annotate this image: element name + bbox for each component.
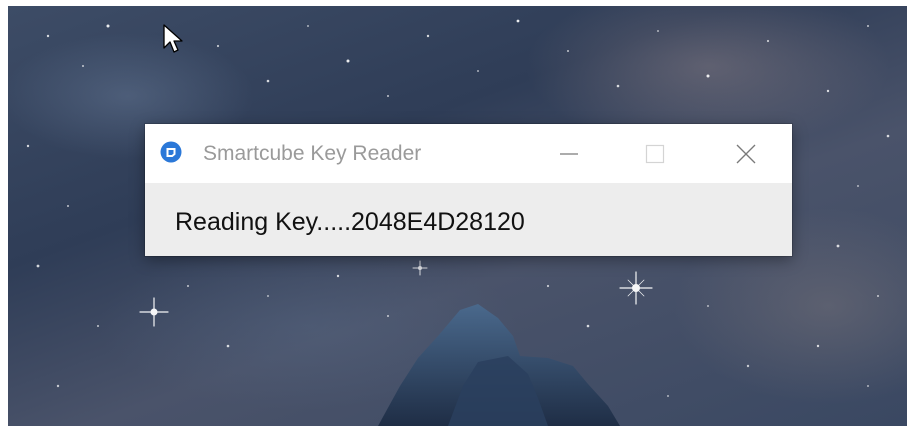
minimize-button[interactable] (534, 124, 604, 183)
key-reader-window: Smartcube Key Reader Reading Key.....204… (145, 124, 792, 256)
title-bar[interactable]: Smartcube Key Reader (145, 124, 792, 183)
maximize-icon (645, 144, 665, 163)
maximize-button[interactable] (620, 124, 690, 183)
window-title: Smartcube Key Reader (203, 142, 422, 165)
desktop-wallpaper: Smartcube Key Reader Reading Key.....204… (8, 6, 907, 426)
smartcube-app-icon (160, 141, 182, 163)
close-icon (736, 144, 756, 163)
reading-key-status: Reading Key.....2048E4D28120 (175, 208, 525, 236)
minimize-icon (560, 152, 578, 155)
close-button[interactable] (711, 124, 781, 183)
mouse-pointer-icon (163, 24, 183, 53)
